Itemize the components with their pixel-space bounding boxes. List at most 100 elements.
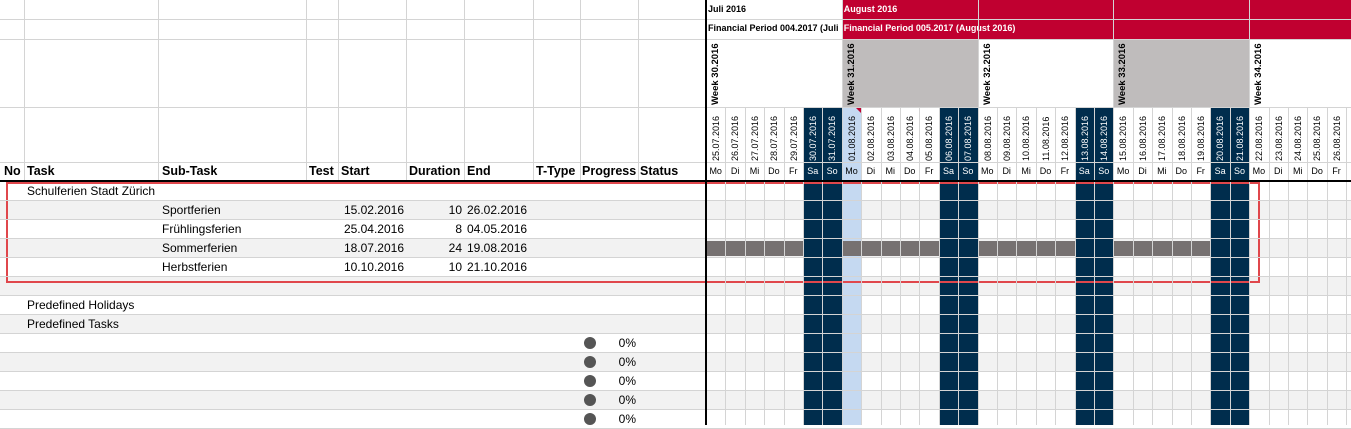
- grid-line: [725, 107, 727, 425]
- day-of-week-label: Mi: [885, 166, 896, 176]
- table-row[interactable]: 0%: [0, 372, 1351, 391]
- progress-cell[interactable]: 0%: [612, 372, 636, 390]
- progress-icon: [584, 337, 596, 349]
- grid-line: [997, 107, 998, 425]
- day-of-week-label: Do: [903, 166, 916, 176]
- grid-line: [306, 0, 307, 181]
- date-label: 08.08.2016: [982, 115, 993, 161]
- grid-line: [1094, 107, 1095, 425]
- day-of-week-label: Di: [1138, 166, 1147, 176]
- day-of-week-label: Sa: [807, 166, 819, 176]
- grid-line: [0, 390, 1351, 391]
- grid-line: [0, 39, 1351, 40]
- grid-line: [744, 107, 746, 425]
- date-label: 02.08.2016: [866, 115, 877, 161]
- progress-cell[interactable]: 0%: [612, 334, 636, 352]
- date-label: 17.08.2016: [1157, 115, 1168, 161]
- day-of-week-label: Mo: [981, 166, 994, 176]
- week-label: Week 32.2016: [981, 43, 993, 105]
- grid-line: [338, 0, 339, 181]
- day-of-week-label: Fr: [789, 166, 798, 176]
- grid-line: [0, 257, 1351, 258]
- header-status[interactable]: Status: [640, 164, 678, 178]
- task-cell[interactable]: Predefined Holidays: [27, 296, 134, 314]
- grid-line: [1249, 0, 1251, 425]
- grid-line: [1229, 107, 1231, 425]
- date-label: 13.08.2016: [1079, 115, 1090, 161]
- progress-cell[interactable]: 0%: [612, 353, 636, 371]
- day-of-week-label: Di: [730, 166, 740, 176]
- date-label: 04.08.2016: [905, 115, 915, 161]
- header-start[interactable]: Start: [341, 164, 369, 178]
- table-row[interactable]: 0%: [0, 410, 1351, 429]
- grid-line: [919, 107, 921, 425]
- day-of-week-label: Di: [1274, 166, 1283, 176]
- grid-line: [958, 107, 960, 425]
- grid-line: [938, 107, 940, 425]
- date-label: 26.08.2016: [1331, 115, 1342, 161]
- month-label: Juli 2016: [708, 4, 747, 14]
- date-label: 10.08.2016: [1021, 115, 1032, 161]
- grid-line: [0, 219, 1351, 220]
- grid-line: [0, 409, 1351, 410]
- grid-line: [464, 0, 465, 181]
- date-label: 09.08.2016: [1002, 115, 1012, 161]
- date-label: 05.08.2016: [924, 115, 935, 161]
- grid-line: [803, 107, 804, 425]
- table-row[interactable]: 0%: [0, 334, 1351, 353]
- period-label: Financial Period 004.2017 (Juli: [708, 23, 839, 33]
- date-label: 03.08.2016: [885, 115, 896, 161]
- header-ttype[interactable]: T-Type: [536, 164, 575, 178]
- grid-line: [0, 19, 1351, 20]
- grid-line: [1346, 107, 1348, 425]
- table-row[interactable]: 0%: [0, 391, 1351, 410]
- grid-line: [0, 238, 1351, 239]
- header-subtask[interactable]: Sub-Task: [162, 164, 217, 178]
- task-cell[interactable]: Predefined Tasks: [27, 315, 119, 333]
- week-highlight: [1113, 39, 1250, 107]
- day-of-week-label: Fr: [1196, 166, 1205, 176]
- grid-line: [1055, 107, 1057, 425]
- grid-line: [977, 0, 979, 425]
- spreadsheet[interactable]: No Task Sub-Task Test Start Duration End…: [0, 0, 1351, 429]
- header-duration[interactable]: Duration: [409, 164, 460, 178]
- header-task[interactable]: Task: [27, 164, 55, 178]
- date-label: 22.08.2016: [1254, 115, 1265, 161]
- grid-line: [1326, 107, 1328, 425]
- day-of-week-label: Do: [1039, 166, 1052, 176]
- day-of-week-label: Fr: [1332, 166, 1341, 176]
- grid-line: [1132, 107, 1134, 425]
- header-end[interactable]: End: [467, 164, 491, 178]
- progress-cell[interactable]: 0%: [612, 410, 636, 428]
- date-label: 18.08.2016: [1176, 115, 1187, 161]
- header-progress[interactable]: Progress: [582, 164, 636, 178]
- grid-line: [764, 107, 766, 425]
- table-row[interactable]: Predefined Holidays: [0, 296, 1351, 315]
- day-of-week-label: Do: [768, 166, 780, 176]
- table-row[interactable]: 0%: [0, 353, 1351, 372]
- progress-icon: [584, 356, 596, 368]
- date-label: 27.07.2016: [749, 115, 760, 161]
- day-of-week-label: So: [1233, 166, 1245, 176]
- grid-line: [822, 107, 824, 425]
- day-of-week-label: Sa: [1214, 166, 1226, 176]
- header-no[interactable]: No: [4, 164, 21, 178]
- day-of-week-label: Sa: [1078, 166, 1090, 176]
- date-label: 25.08.2016: [1312, 115, 1323, 161]
- day-of-week-label: Mi: [1292, 166, 1303, 176]
- date-label: 01.08.2016: [846, 115, 857, 161]
- progress-cell[interactable]: 0%: [612, 391, 636, 409]
- grid-line: [900, 107, 901, 425]
- header-test[interactable]: Test: [309, 164, 334, 178]
- table-row[interactable]: Predefined Tasks: [0, 315, 1351, 334]
- grid-line: [1210, 107, 1212, 425]
- grid-line: [783, 107, 785, 425]
- week-label: Week 33.2016: [1117, 43, 1129, 105]
- grid-line: [24, 0, 25, 181]
- grid-line: [1152, 107, 1154, 425]
- grid-line: [580, 0, 581, 181]
- day-of-week-label: Fr: [1060, 166, 1070, 176]
- grid-line: [1171, 107, 1173, 425]
- date-label: 21.08.2016: [1234, 115, 1245, 161]
- date-label: 06.08.2016: [943, 115, 954, 161]
